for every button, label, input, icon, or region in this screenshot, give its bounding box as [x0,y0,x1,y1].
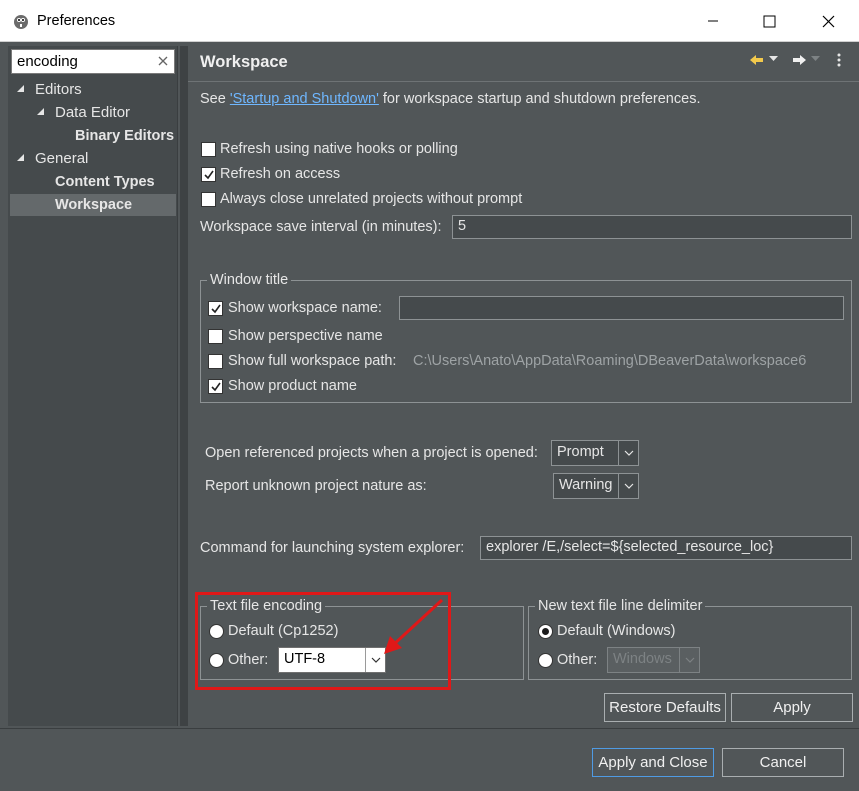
refresh-native-checkbox[interactable] [201,142,216,157]
close-button[interactable] [799,0,857,42]
open-referenced-select[interactable]: Prompt [551,440,639,466]
forward-arrow-icon[interactable] [791,52,807,68]
refresh-native-label: Refresh using native hooks or polling [220,141,458,157]
always-close-checkbox[interactable] [201,192,216,207]
maximize-button[interactable] [740,0,798,42]
report-unknown-label: Report unknown project nature as: [205,478,427,494]
delimiter-select: Windows [607,647,700,673]
expanded-triangle-icon[interactable] [16,84,25,93]
tree-item-data-editor[interactable]: Data Editor [10,102,176,124]
refresh-access-label: Refresh on access [220,166,341,182]
save-interval-input[interactable]: 5 [452,215,852,239]
tree-item-workspace[interactable]: Workspace [10,194,176,216]
minimize-icon [708,20,718,22]
apply-button[interactable]: Apply [731,693,853,722]
show-workspace-name-checkbox[interactable] [208,301,223,316]
tree-item-general[interactable]: General [10,148,176,170]
show-product-name-label: Show product name [228,378,357,394]
back-arrow-icon[interactable] [749,52,765,68]
view-menu-icon[interactable] [836,52,842,68]
line-delimiter-legend: New text file line delimiter [535,597,706,615]
dialog-button-bar: Apply and Close Cancel [0,728,859,791]
maximize-icon [763,15,775,27]
page-title: Workspace [200,53,288,71]
apply-and-close-button[interactable]: Apply and Close [592,748,714,777]
show-perspective-name-label: Show perspective name [228,328,383,344]
page-header: Workspace [188,46,859,82]
delimiter-default-radio[interactable] [538,624,553,639]
tree-item-binary-editors[interactable]: Binary Editors [10,125,176,147]
clear-filter-icon[interactable] [156,54,170,68]
dbeaver-beaver-icon [14,15,28,29]
checkmark-icon [211,382,221,392]
panel-splitter[interactable] [180,46,188,726]
system-explorer-input[interactable]: explorer /E,/select=${selected_resource_… [480,536,852,560]
minimize-button[interactable] [684,0,742,42]
forward-dropdown-icon[interactable] [811,56,820,62]
restore-defaults-button[interactable]: Restore Defaults [604,693,726,722]
report-unknown-select[interactable]: Warning [553,473,639,499]
preferences-tree-panel: encoding Editors Data Editor Binary Edit… [8,46,178,726]
back-dropdown-icon[interactable] [769,56,778,62]
show-full-path-checkbox[interactable] [208,354,223,369]
intro-text: See 'Startup and Shutdown' for workspace… [200,91,701,107]
title-bar: Preferences [0,0,859,42]
save-interval-label: Workspace save interval (in minutes): [200,219,442,235]
expanded-triangle-icon[interactable] [16,153,25,162]
chevron-down-icon [618,474,638,498]
checkmark-icon [204,170,214,180]
window-title-legend: Window title [207,271,292,289]
show-perspective-name-checkbox[interactable] [208,329,223,344]
chevron-down-icon [679,648,699,672]
delimiter-default-label: Default (Windows) [557,623,676,639]
refresh-access-checkbox[interactable] [201,167,216,182]
tree-item-content-types[interactable]: Content Types [10,171,176,193]
filter-input[interactable]: encoding [11,49,175,74]
open-referenced-label: Open referenced projects when a project … [205,445,538,461]
checkmark-icon [211,304,221,314]
show-full-path-label: Show full workspace path: [228,353,397,369]
chevron-down-icon [618,441,638,465]
close-icon [822,15,834,27]
delimiter-other-label: Other: [557,652,598,668]
window-title: Preferences [37,13,116,29]
always-close-label: Always close unrelated projects without … [220,191,523,207]
delimiter-other-radio[interactable] [538,653,553,668]
cancel-button[interactable]: Cancel [722,748,844,777]
system-explorer-label: Command for launching system explorer: [200,540,465,556]
expanded-triangle-icon[interactable] [36,107,45,116]
full-workspace-path-value: C:\Users\Anato\AppData\Roaming\DBeaverDa… [413,353,807,369]
annotation-arrow-icon [384,598,444,654]
tree-item-editors[interactable]: Editors [10,79,176,101]
filter-value: encoding [17,53,78,70]
workspace-name-input[interactable] [399,296,844,320]
show-product-name-checkbox[interactable] [208,379,223,394]
startup-shutdown-link[interactable]: 'Startup and Shutdown' [230,91,379,107]
show-workspace-name-label: Show workspace name: [228,300,382,316]
